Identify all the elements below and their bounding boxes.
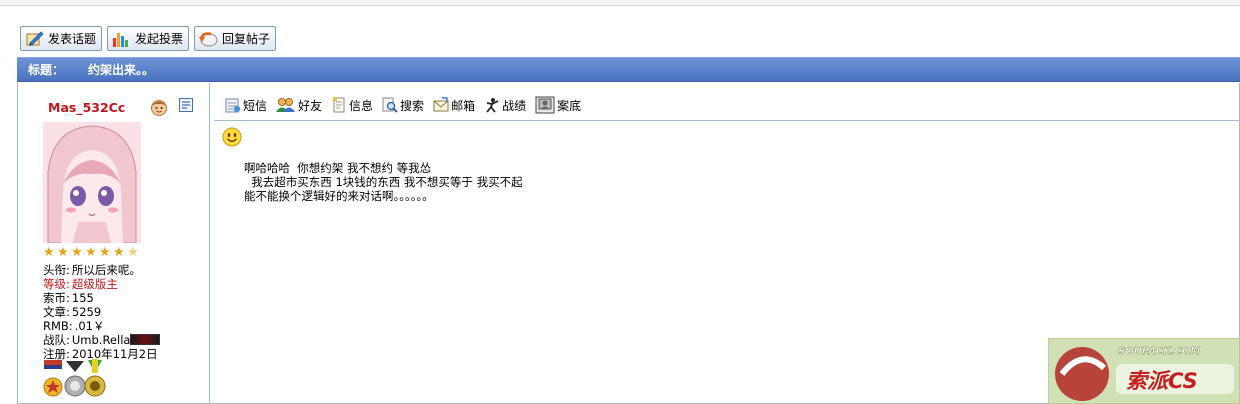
tool-info[interactable]: 信息	[331, 97, 373, 114]
start-poll-button[interactable]: 发起投票	[107, 26, 190, 51]
title-label: 标题：	[28, 63, 65, 77]
info-posts-row: 文章: 5259	[43, 305, 102, 319]
medal-icon	[84, 359, 106, 397]
post-line: 啊哈哈哈 你想约架 我不想约 等我怂	[244, 161, 432, 175]
smiley-icon	[222, 127, 242, 147]
medal-icon	[64, 361, 86, 397]
message-icon	[225, 97, 241, 113]
star-icon: ★	[57, 245, 69, 260]
tool-record[interactable]: 战绩	[484, 97, 526, 114]
poll-chart-icon	[111, 30, 131, 48]
toolbar-divider	[214, 120, 1240, 121]
post-line: 我去超市买东西 1块钱的东西 我不想买等于 我买不起	[244, 175, 523, 189]
send-message-icon[interactable]	[179, 98, 193, 112]
info-team-row: 战队: Umb.Rella	[43, 333, 208, 347]
gender-face-icon	[149, 97, 169, 117]
author-info: 头衔: 所以后来呢。 等级: 超级版主 索币: 155 文章: 5259 RMB: .01…	[43, 263, 208, 361]
record-icon	[484, 97, 500, 113]
medal-icon	[43, 360, 63, 397]
tool-message[interactable]: 短信	[225, 97, 267, 114]
avatar	[43, 122, 141, 243]
star-icon: ★	[71, 245, 83, 260]
post-content: 啊哈哈哈 你想约架 我不想约 等我怂 我去超市买东西 1块钱的东西 我不想买等于…	[244, 161, 523, 203]
watermark-brand: 索派CS	[1126, 369, 1198, 393]
action-bar: 发表话题 发起投票 回复帖子	[20, 26, 277, 52]
medals	[42, 359, 108, 399]
start-poll-label: 发起投票	[135, 32, 184, 46]
tool-mailbox[interactable]: 邮箱	[433, 97, 475, 114]
thread-title-bar: 标题： 约架出来。。	[17, 57, 1240, 82]
star-icon: ★	[127, 245, 139, 260]
new-topic-icon	[24, 30, 44, 48]
thread-title: 约架出来。。	[88, 63, 155, 77]
star-icon: ★	[43, 245, 55, 260]
mailbox-icon	[433, 97, 449, 113]
star-icon: ★	[99, 245, 111, 260]
star-icon: ★	[113, 245, 125, 260]
author-username[interactable]: Mas_532Cc	[48, 100, 125, 115]
tool-search[interactable]: 搜索	[382, 97, 424, 114]
tool-friends[interactable]: 好友	[276, 97, 322, 114]
post-line: 能不能换个逻辑好的来对话啊。。。。。。	[244, 189, 434, 203]
rank-stars: ★ ★ ★ ★ ★ ★ ★	[43, 246, 140, 259]
reply-icon	[198, 30, 218, 48]
info-rmb-row: RMB: .01￥	[43, 319, 105, 333]
reply-button[interactable]: 回复帖子	[194, 26, 277, 51]
team-badge-icon	[130, 334, 161, 345]
new-topic-button[interactable]: 发表话题	[20, 26, 103, 51]
info-title-row: 头衔: 所以后来呢。	[43, 263, 141, 277]
search-icon	[382, 97, 398, 113]
watermark-url: SOUPACK.COM	[1118, 346, 1200, 357]
star-icon: ★	[85, 245, 97, 260]
tool-file[interactable]: 案底	[535, 96, 581, 114]
author-panel: Mas_532Cc ★ ★ ★ ★ ★ ★ ★ 头衔: 所以后来呢。 等级: 超…	[18, 83, 210, 403]
site-watermark-logo: SOUPACK.COM 索派CS	[1048, 338, 1240, 404]
friends-icon	[276, 97, 296, 113]
info-coins-row: 索币: 155	[43, 291, 94, 305]
info-icon	[331, 97, 347, 113]
file-icon	[535, 96, 555, 114]
reply-label: 回复帖子	[222, 32, 271, 46]
new-topic-label: 发表话题	[48, 32, 97, 46]
author-toolbar: 短信 好友 信息 搜索 邮箱 战绩 案底	[225, 96, 581, 114]
info-level-row: 等级: 超级版主	[43, 277, 118, 291]
top-strip	[0, 0, 1240, 6]
